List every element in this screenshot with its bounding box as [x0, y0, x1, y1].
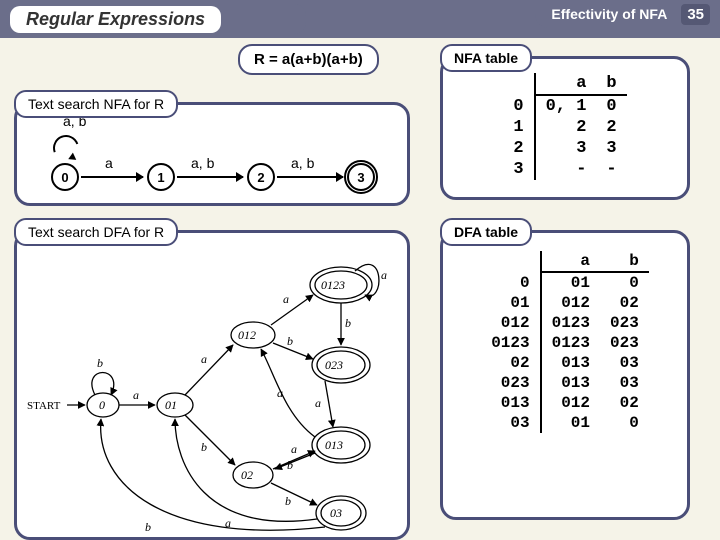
nfa-state-0: 0: [51, 163, 79, 191]
svg-text:b: b: [287, 458, 293, 472]
nfa-edge01-label: a: [105, 155, 113, 171]
svg-text:023: 023: [325, 358, 343, 372]
svg-text:b: b: [345, 316, 351, 330]
nfa-diagram: a, b 0 a 1 a, b 2 a, b 3: [17, 105, 407, 203]
svg-text:0123: 0123: [321, 278, 345, 292]
svg-text:03: 03: [330, 506, 342, 520]
nfa-table-label: NFA table: [440, 44, 532, 72]
svg-text:b: b: [145, 520, 151, 534]
slide-header: Regular Expressions Effectivity of NFA 3…: [0, 0, 720, 38]
svg-text:b: b: [285, 494, 291, 508]
slide-subtitle: Effectivity of NFA: [551, 6, 667, 22]
nfa-edge12-label: a, b: [191, 155, 214, 171]
dfa-table-label: DFA table: [440, 218, 532, 246]
dfa-diagram: START 0 01 012 0123 02 023 013 03: [25, 245, 405, 535]
svg-text:0: 0: [99, 398, 105, 412]
svg-text:a: a: [291, 442, 297, 456]
nfa-state-1: 1: [147, 163, 175, 191]
nfa-edge23-label: a, b: [291, 155, 314, 171]
nfa-table: ab00, 101222333--: [503, 73, 626, 180]
dfa-panel-label: Text search DFA for R: [14, 218, 178, 246]
svg-text:a: a: [283, 292, 289, 306]
svg-text:a: a: [277, 386, 283, 400]
svg-text:02: 02: [241, 468, 253, 482]
nfa-edge-01: [81, 176, 143, 178]
regex-formula: R = a(a+b)(a+b): [238, 44, 379, 75]
dfa-table: ab00100101202012012302301230123023020130…: [481, 251, 649, 433]
nfa-loop-0: [49, 131, 84, 166]
svg-text:START: START: [27, 400, 61, 412]
nfa-edge-23: [277, 176, 343, 178]
svg-text:a: a: [315, 396, 321, 410]
dfa-panel: START 0 01 012 0123 02 023 013 03: [14, 230, 410, 540]
svg-text:a: a: [133, 388, 139, 402]
svg-text:b: b: [287, 334, 293, 348]
svg-text:a: a: [201, 352, 207, 366]
svg-text:b: b: [97, 356, 103, 370]
nfa-table-panel: ab00, 101222333--: [440, 56, 690, 200]
svg-text:01: 01: [165, 398, 177, 412]
nfa-state-2: 2: [247, 163, 275, 191]
svg-text:a: a: [381, 268, 387, 282]
nfa-panel-label: Text search NFA for R: [14, 90, 178, 118]
nfa-edge-12: [177, 176, 243, 178]
svg-text:013: 013: [325, 438, 343, 452]
svg-text:b: b: [201, 440, 207, 454]
page-number: 35: [681, 4, 710, 25]
nfa-state-3: 3: [347, 163, 375, 191]
dfa-table-panel: ab00100101202012012302301230123023020130…: [440, 230, 690, 520]
svg-text:012: 012: [238, 328, 256, 342]
slide-title: Regular Expressions: [10, 6, 221, 33]
